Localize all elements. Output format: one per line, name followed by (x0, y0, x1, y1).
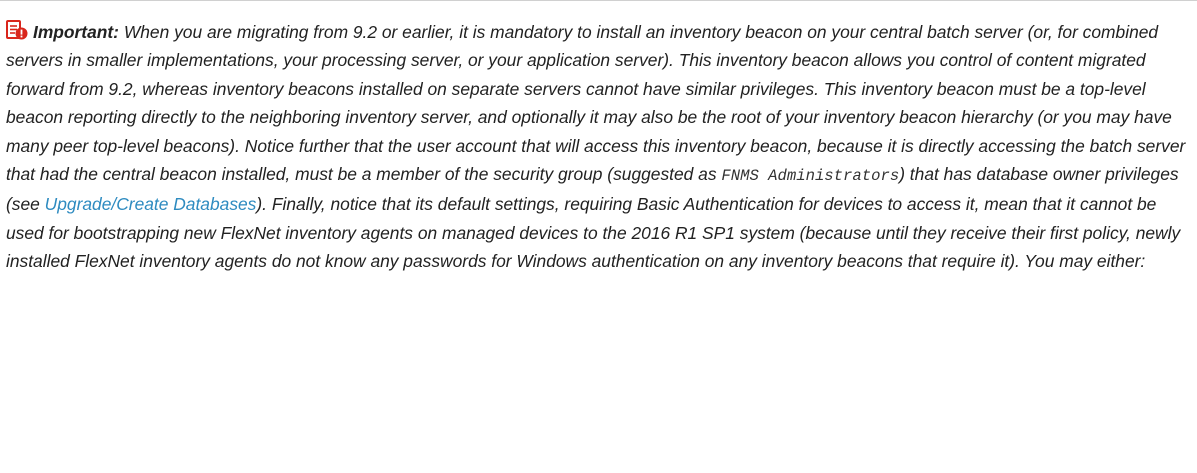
note-text-part-1: When you are migrating from 9.2 or earli… (6, 22, 1186, 185)
important-note: Important: When you are migrating from 9… (6, 18, 1192, 276)
note-lead-label: Important: (33, 22, 119, 42)
security-group-name: FNMS Administrators (721, 167, 900, 186)
important-note-icon (6, 19, 28, 41)
top-divider (0, 0, 1197, 1)
upgrade-create-databases-link[interactable]: Upgrade/Create Databases (45, 194, 257, 214)
